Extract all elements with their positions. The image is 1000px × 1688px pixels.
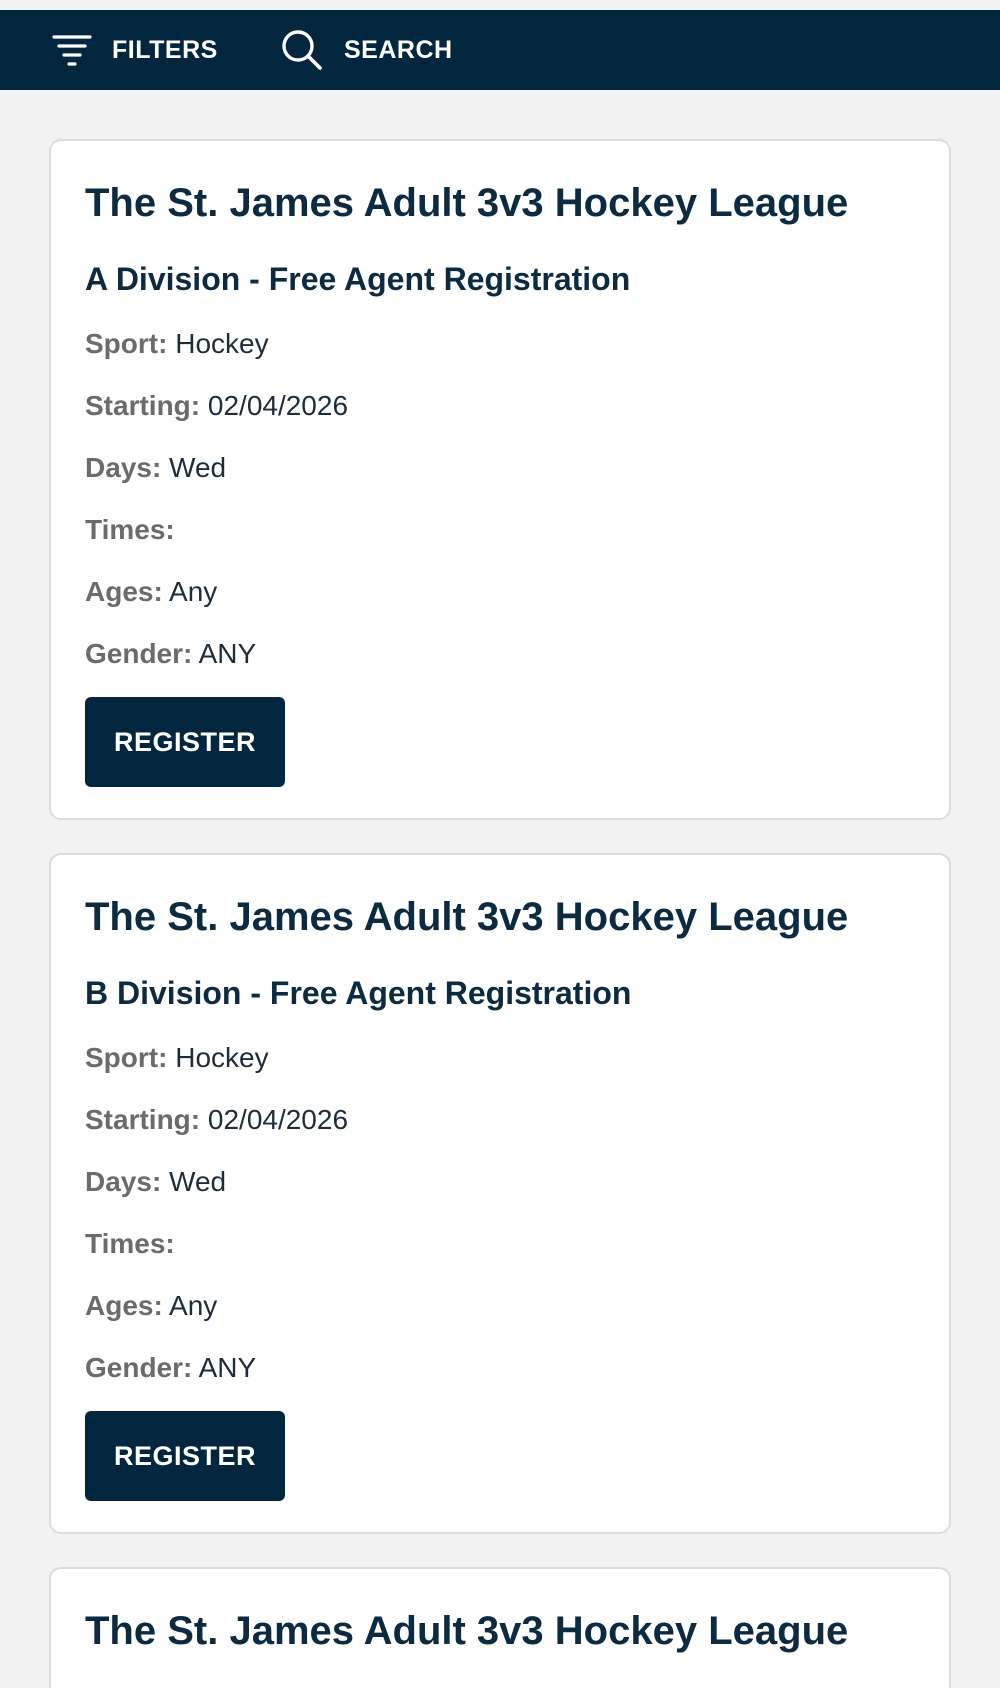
detail-starting: Starting: 02/04/2026 (85, 390, 348, 422)
detail-value: Wed (169, 452, 227, 483)
program-subtitle: B Division - Free Agent Registration (85, 975, 632, 1011)
detail-label: Sport: (85, 1042, 168, 1073)
program-card: The St. James Adult 3v3 Hockey League (49, 1567, 951, 1688)
detail-ages: Ages: Any (85, 1290, 217, 1322)
register-button[interactable]: REGISTER (85, 1411, 285, 1501)
detail-value: Any (169, 1290, 218, 1321)
program-title: The St. James Adult 3v3 Hockey League (85, 181, 849, 225)
search-label: SEARCH (344, 35, 453, 64)
detail-label: Times: (85, 1228, 175, 1259)
detail-sport: Sport: Hockey (85, 1042, 269, 1074)
detail-label: Gender: (85, 1352, 193, 1383)
detail-sport: Sport: Hockey (85, 328, 269, 360)
detail-days: Days: Wed (85, 1166, 226, 1198)
program-title: The St. James Adult 3v3 Hockey League (85, 1609, 849, 1653)
detail-value: Any (169, 576, 218, 607)
search-icon (280, 28, 324, 72)
detail-label: Ages: (85, 1290, 163, 1321)
program-subtitle: A Division - Free Agent Registration (85, 261, 631, 297)
detail-label: Times: (85, 514, 175, 545)
detail-times: Times: (85, 1228, 175, 1260)
detail-value: ANY (198, 638, 257, 669)
detail-label: Starting: (85, 390, 201, 421)
detail-gender: Gender: ANY (85, 638, 256, 670)
detail-gender: Gender: ANY (85, 1352, 256, 1384)
detail-label: Ages: (85, 576, 163, 607)
detail-label: Starting: (85, 1104, 201, 1135)
detail-value: Hockey (175, 1042, 269, 1073)
detail-starting: Starting: 02/04/2026 (85, 1104, 348, 1136)
program-card: The St. James Adult 3v3 Hockey League A … (49, 139, 951, 820)
program-card: The St. James Adult 3v3 Hockey League B … (49, 853, 951, 1534)
filters-label: FILTERS (112, 35, 218, 64)
detail-label: Sport: (85, 328, 168, 359)
register-button[interactable]: REGISTER (85, 697, 285, 787)
filters-button[interactable]: FILTERS (52, 10, 218, 90)
detail-label: Days: (85, 1166, 162, 1197)
detail-label: Days: (85, 452, 162, 483)
detail-days: Days: Wed (85, 452, 226, 484)
detail-value: ANY (198, 1352, 257, 1383)
filter-icon (52, 30, 92, 70)
detail-value: 02/04/2026 (207, 390, 349, 421)
detail-value: Wed (169, 1166, 227, 1197)
program-title: The St. James Adult 3v3 Hockey League (85, 895, 849, 939)
detail-value: 02/04/2026 (207, 1104, 349, 1135)
detail-times: Times: (85, 514, 175, 546)
detail-ages: Ages: Any (85, 576, 217, 608)
detail-label: Gender: (85, 638, 193, 669)
search-button[interactable]: SEARCH (280, 10, 453, 90)
detail-value: Hockey (175, 328, 269, 359)
top-toolbar: FILTERS SEARCH (0, 10, 1000, 90)
